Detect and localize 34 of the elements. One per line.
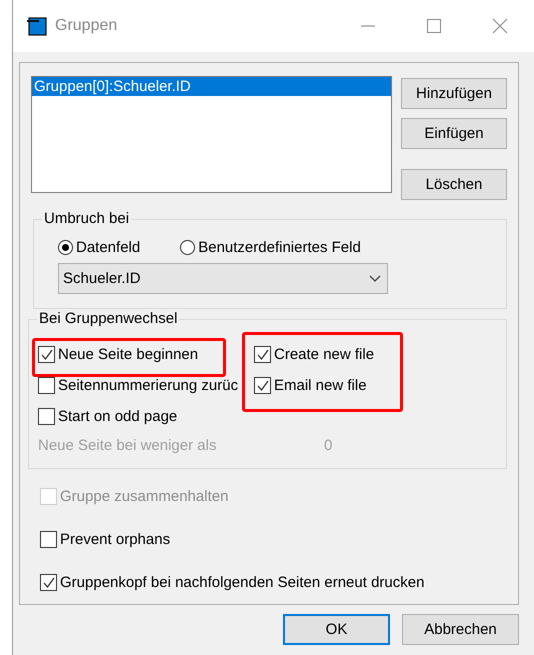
radio-button[interactable]: [180, 240, 196, 255]
checkbox-option[interactable]: Create new file: [254, 339, 374, 370]
dialog-button[interactable]: Einfügen: [401, 118, 507, 149]
checkbox-option[interactable]: Prevent orphans: [40, 524, 518, 555]
app-icon: [27, 16, 47, 36]
checkbox[interactable]: [38, 408, 55, 425]
field-label: Neue Seite bei weniger als: [38, 437, 218, 454]
checkbox-option[interactable]: Seitennummerierung zurüc: [38, 370, 254, 401]
checkbox-option[interactable]: Email new file: [254, 370, 374, 401]
maximize-icon[interactable]: [426, 18, 442, 34]
number-value: 0: [324, 437, 332, 454]
checkbox-option[interactable]: Start on odd page: [38, 401, 254, 432]
dialog-button[interactable]: Hinzufügen: [401, 78, 507, 109]
list-item[interactable]: Gruppen[0]:Schueler.ID: [32, 77, 391, 96]
groups-list[interactable]: Gruppen[0]:Schueler.ID: [31, 76, 392, 193]
checkbox[interactable]: [40, 574, 57, 591]
group-title: Bei Gruppenwechsel: [37, 310, 180, 327]
checkbox[interactable]: [38, 346, 55, 363]
checkbox[interactable]: [254, 377, 271, 394]
dialog-button[interactable]: Löschen: [401, 169, 507, 200]
close-icon[interactable]: [492, 18, 508, 34]
radio-option[interactable]: Datenfeld: [58, 239, 140, 256]
checkbox[interactable]: [40, 531, 57, 548]
checkbox-option[interactable]: Neue Seite beginnen: [38, 339, 254, 370]
field-dropdown[interactable]: Schueler.ID: [58, 263, 388, 294]
chevron-down-icon: [369, 274, 381, 282]
checkbox[interactable]: [254, 346, 271, 363]
radio-button[interactable]: [58, 240, 73, 255]
checkbox-option[interactable]: Gruppenkopf bei nachfolgenden Seiten erneut drucken: [40, 567, 518, 598]
dialog-button[interactable]: Abbrechen: [402, 614, 519, 645]
dialog-button[interactable]: OK: [283, 614, 390, 645]
checkbox[interactable]: [38, 377, 55, 394]
radio-option[interactable]: Benutzerdefiniertes Feld: [180, 239, 361, 256]
window-title: Gruppen: [55, 17, 118, 35]
